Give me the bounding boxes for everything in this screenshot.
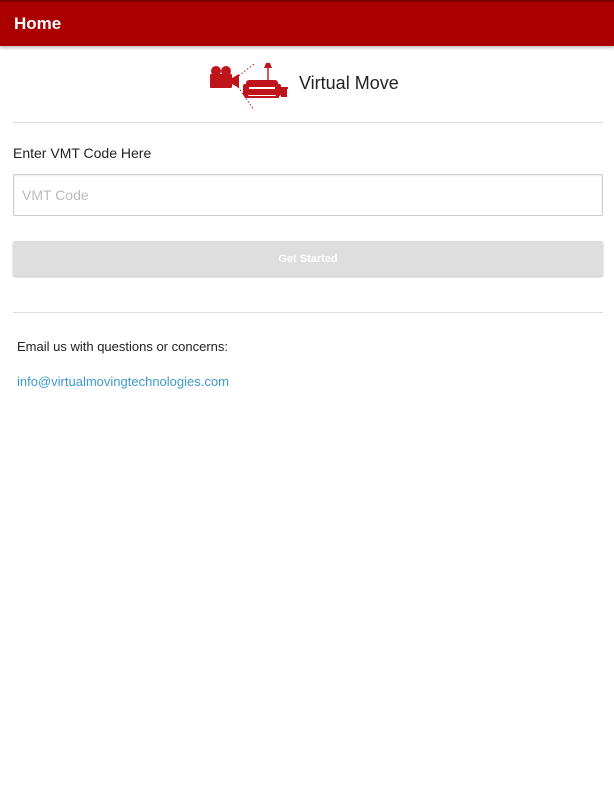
app-bar-title: Home [14, 14, 62, 33]
vmt-code-label: Enter VMT Code Here [13, 145, 152, 161]
vmt-code-input[interactable] [13, 174, 603, 216]
contact-prompt: Email us with questions or concerns: [17, 339, 228, 354]
contact-email-link[interactable]: info@virtualmovingtechnologies.com [17, 374, 229, 390]
get-started-button[interactable]: Get Started [13, 241, 603, 276]
divider-middle [13, 312, 603, 313]
brand-header: Virtual Move [208, 60, 428, 112]
app-bar: Home [0, 0, 614, 46]
camera-sofa-logo-icon [210, 63, 288, 111]
brand-name: Virtual Move [299, 73, 399, 93]
divider-top [13, 122, 603, 123]
